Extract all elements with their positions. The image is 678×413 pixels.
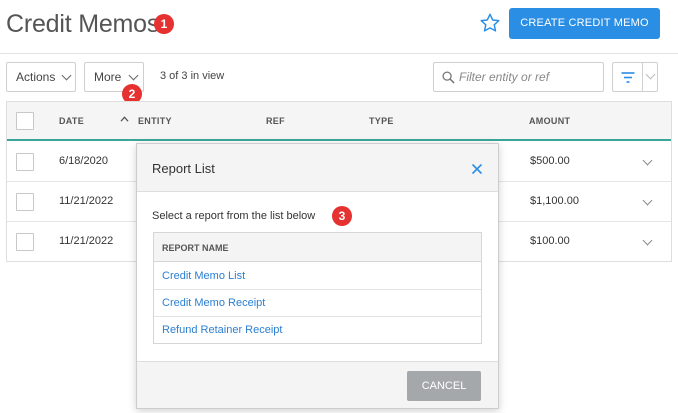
annotation-badge-3: 3 bbox=[332, 206, 352, 226]
column-report-name: REPORT NAME bbox=[162, 243, 229, 253]
column-type[interactable]: TYPE bbox=[369, 116, 394, 126]
report-item[interactable]: Credit Memo List bbox=[154, 263, 481, 290]
modal-header: Report List bbox=[137, 144, 498, 192]
row-amount: $100.00 bbox=[530, 235, 570, 247]
row-amount: $500.00 bbox=[530, 155, 570, 167]
table-header: DATE ENTITY REF TYPE AMOUNT bbox=[7, 102, 671, 141]
row-date: 11/21/2022 bbox=[59, 235, 114, 247]
row-date: 6/18/2020 bbox=[59, 155, 108, 167]
report-link[interactable]: Credit Memo Receipt bbox=[162, 297, 265, 309]
column-date[interactable]: DATE bbox=[59, 116, 84, 126]
chevron-down-icon bbox=[61, 70, 72, 81]
filter-placeholder: Filter entity or ref bbox=[459, 70, 550, 84]
chevron-down-icon[interactable] bbox=[645, 69, 656, 80]
row-date: 11/21/2022 bbox=[59, 195, 114, 207]
row-checkbox[interactable] bbox=[16, 193, 34, 211]
row-checkbox[interactable] bbox=[16, 153, 34, 171]
row-checkbox[interactable] bbox=[16, 233, 34, 251]
modal-title: Report List bbox=[152, 161, 215, 176]
report-item[interactable]: Credit Memo Receipt bbox=[154, 290, 481, 317]
row-amount: $1,100.00 bbox=[530, 195, 579, 207]
filter-divider bbox=[642, 63, 643, 91]
report-table-header: REPORT NAME bbox=[154, 233, 481, 262]
modal-footer: CANCEL bbox=[137, 361, 498, 408]
filter-icon bbox=[621, 72, 635, 83]
chevron-down-icon[interactable] bbox=[642, 235, 653, 246]
modal-instruction: Select a report from the list below bbox=[152, 210, 316, 222]
report-item[interactable]: Refund Retainer Receipt bbox=[154, 317, 481, 344]
report-link[interactable]: Refund Retainer Receipt bbox=[162, 324, 282, 336]
annotation-badge-1: 1 bbox=[154, 14, 174, 34]
select-all-checkbox[interactable] bbox=[16, 112, 34, 130]
page-header: Credit Memos 1 CREATE CREDIT MEMO bbox=[0, 0, 678, 54]
report-link[interactable]: Credit Memo List bbox=[162, 270, 245, 282]
chevron-down-icon[interactable] bbox=[642, 155, 653, 166]
search-icon bbox=[442, 71, 455, 84]
report-table: REPORT NAME Credit Memo List Credit Memo… bbox=[153, 232, 482, 344]
close-icon[interactable] bbox=[471, 163, 483, 175]
filter-button[interactable] bbox=[612, 62, 658, 92]
report-list-modal: Report List Select a report from the lis… bbox=[136, 143, 499, 409]
filter-input[interactable]: Filter entity or ref bbox=[433, 62, 604, 92]
view-count: 3 of 3 in view bbox=[160, 70, 225, 82]
star-icon[interactable] bbox=[479, 12, 501, 34]
page-title: Credit Memos bbox=[6, 10, 160, 38]
cancel-button[interactable]: CANCEL bbox=[407, 371, 481, 401]
chevron-down-icon bbox=[128, 70, 139, 81]
column-ref[interactable]: REF bbox=[266, 116, 285, 126]
more-label: More bbox=[94, 70, 122, 84]
chevron-down-icon[interactable] bbox=[642, 195, 653, 206]
create-credit-memo-button[interactable]: CREATE CREDIT MEMO bbox=[509, 8, 660, 39]
column-entity[interactable]: ENTITY bbox=[138, 116, 172, 126]
column-amount[interactable]: AMOUNT bbox=[529, 116, 570, 126]
sort-up-icon[interactable] bbox=[120, 116, 129, 122]
actions-dropdown[interactable]: Actions bbox=[6, 62, 76, 92]
actions-label: Actions bbox=[16, 70, 56, 84]
